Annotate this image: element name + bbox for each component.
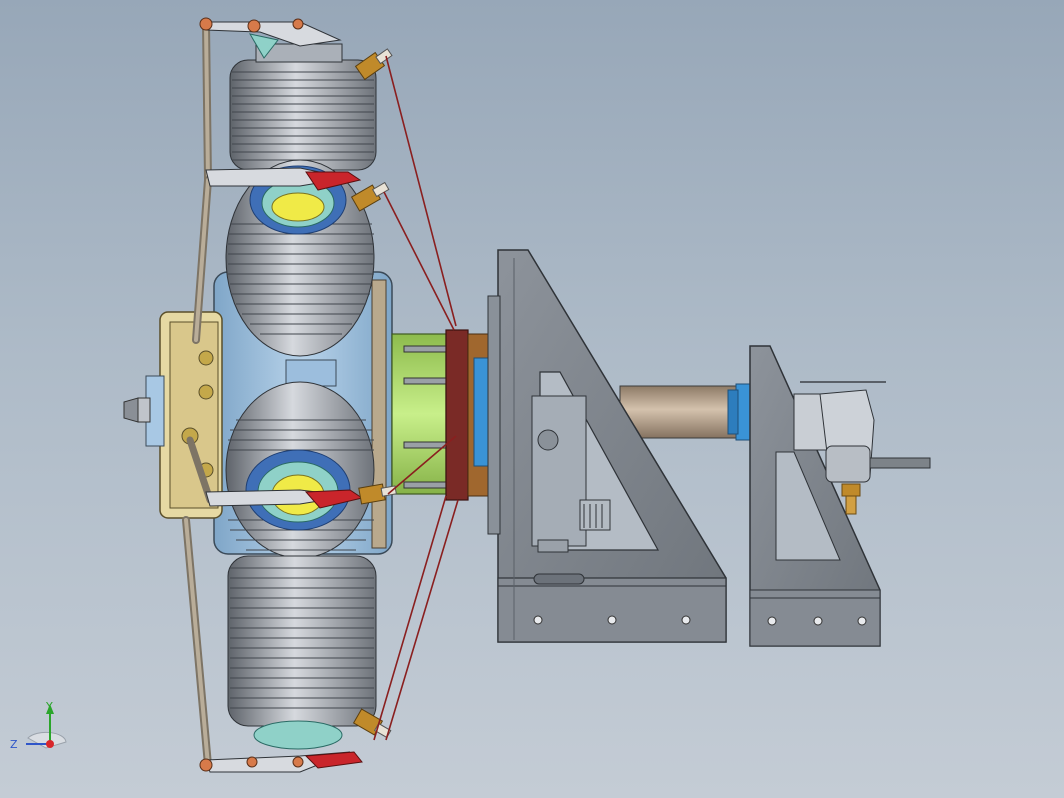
x-axis-dot — [46, 740, 54, 748]
lower-middle-cylinder[interactable] — [225, 381, 375, 559]
rear-adapter[interactable] — [391, 333, 451, 495]
z-axis-label: Z — [10, 738, 18, 751]
bottom-cylinder[interactable] — [227, 555, 377, 750]
y-axis-label: Y — [45, 700, 53, 713]
front-cover[interactable] — [159, 311, 223, 519]
upper-middle-cylinder[interactable] — [225, 159, 375, 357]
rear-drive-shaft[interactable] — [619, 383, 757, 441]
axis-triad: Y Z — [10, 700, 67, 751]
mount-flange[interactable] — [445, 295, 501, 535]
cad-3d-viewport[interactable]: Y Z — [0, 0, 1064, 798]
engine-assembly-model[interactable]: Y Z — [0, 0, 1064, 798]
prop-hub[interactable] — [123, 375, 165, 447]
top-cylinder[interactable] — [229, 43, 377, 171]
